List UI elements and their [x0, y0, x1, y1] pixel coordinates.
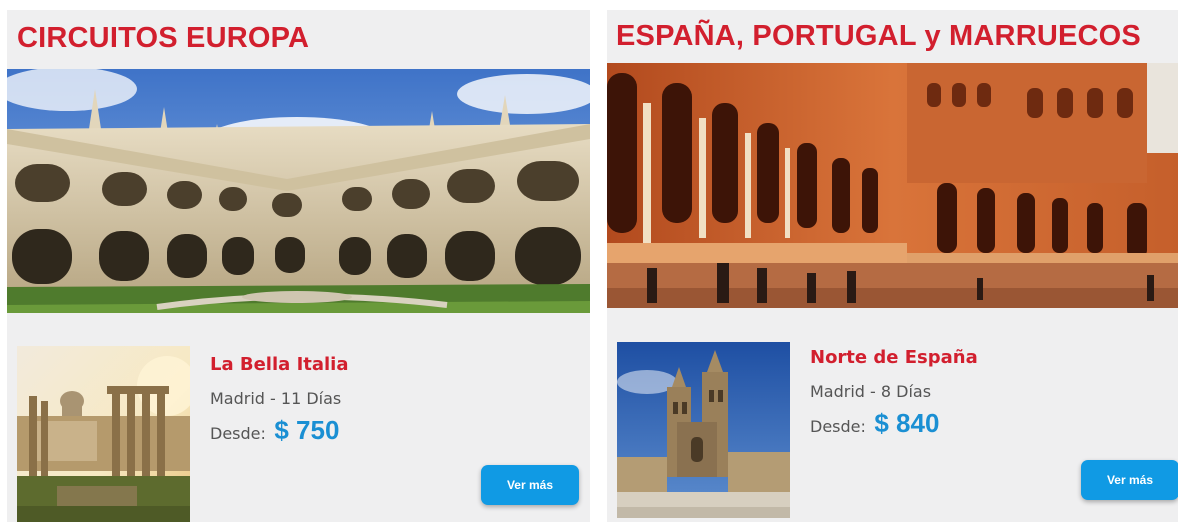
price-row: Desde: $ 750 — [210, 415, 349, 446]
price-row: Desde: $ 840 — [810, 408, 978, 439]
section-title: ESPAÑA, PORTUGAL y MARRUECOS — [616, 20, 1141, 52]
hero-image-monastery-cloister[interactable] — [7, 69, 590, 313]
tour-duration: Madrid - 8 Días — [810, 382, 932, 401]
section-title: CIRCUITOS EUROPA — [17, 22, 310, 54]
price-label: Desde: — [210, 424, 266, 443]
section-circuitos-europa: CIRCUITOS EUROPA La Bella Italia Madrid … — [7, 10, 590, 522]
section-espana-portugal-marruecos: ESPAÑA, PORTUGAL y MARRUECOS Norte de Es… — [607, 10, 1178, 522]
tour-name[interactable]: Norte de España — [810, 347, 978, 368]
price-value: $ 750 — [274, 415, 340, 445]
thumbnail-santiago-cathedral[interactable] — [617, 342, 790, 518]
price-label: Desde: — [810, 417, 866, 436]
thumbnail-roman-forum[interactable] — [17, 346, 190, 522]
tour-info: Norte de España Madrid - 8 Días Desde: $… — [810, 347, 978, 439]
tour-duration: Madrid - 11 Días — [210, 389, 342, 408]
tour-name[interactable]: La Bella Italia — [210, 354, 349, 375]
ver-mas-button[interactable]: Ver más — [1081, 460, 1178, 500]
ver-mas-button[interactable]: Ver más — [481, 465, 579, 505]
price-value: $ 840 — [874, 408, 940, 438]
tour-info: La Bella Italia Madrid - 11 Días Desde: … — [210, 354, 349, 446]
hero-image-plaza-de-espana[interactable] — [607, 63, 1178, 308]
